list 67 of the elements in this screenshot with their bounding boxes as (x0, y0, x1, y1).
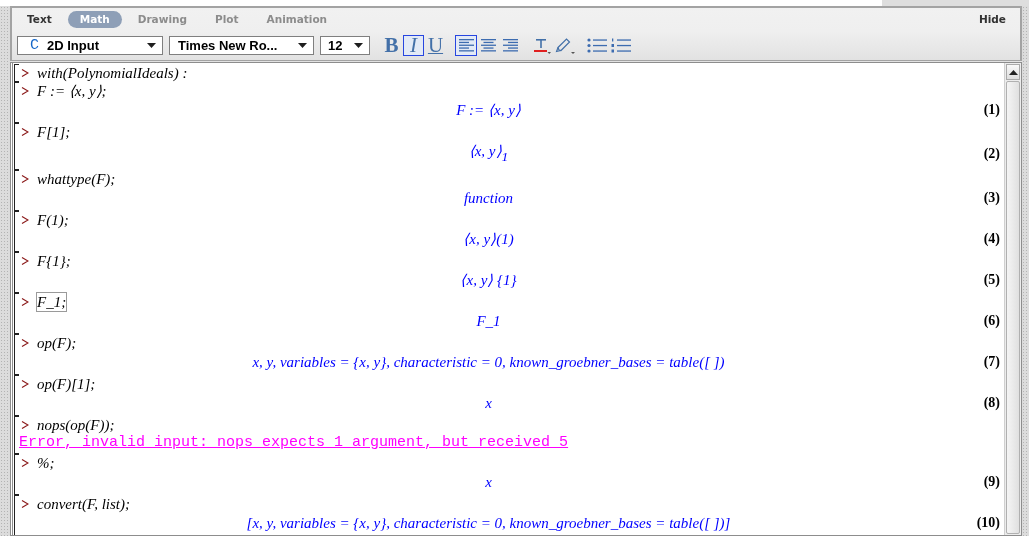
prompt-icon (21, 419, 29, 430)
prompt-icon (21, 296, 29, 307)
math-input[interactable]: nops(op(F)); (37, 415, 115, 434)
input-mode-dropdown[interactable]: C 2D Input (17, 36, 163, 55)
text-color-icon[interactable] (533, 37, 551, 54)
prompt-icon (21, 127, 29, 137)
math-input[interactable]: F{1}; (37, 251, 71, 270)
equation-label: (2) (983, 145, 1000, 161)
math-output: x, y, variables = {x, y}, characteristic = 0, known_groebner_bases = table([ ]) (252, 353, 725, 370)
italic-button[interactable]: I (403, 35, 424, 56)
prompt-icon (21, 214, 29, 225)
prompt-icon (21, 457, 29, 468)
scrollbar-thumb[interactable] (1006, 81, 1020, 534)
math-input[interactable]: whattype(F); (37, 169, 116, 188)
equation-label: (1) (983, 102, 1000, 117)
scrollbar[interactable] (1004, 63, 1021, 535)
prompt-icon (21, 337, 29, 348)
math-input[interactable]: F[1]; (37, 123, 71, 141)
equation-label: (3) (983, 189, 1000, 205)
input-mode-icon: C (30, 37, 39, 54)
equation-label: (7) (983, 353, 1000, 369)
equation-label: (5) (983, 271, 1000, 287)
math-input[interactable]: convert(F, list); (37, 494, 131, 513)
math-output: F := ⟨x, y⟩ (456, 102, 521, 118)
math-input[interactable]: op(F)[1]; (37, 374, 96, 393)
bold-button[interactable]: B (381, 35, 402, 56)
error-message: Error, invalid input: nops expects 1 argument, but received 5 (19, 433, 569, 451)
hide-button[interactable]: Hide (978, 13, 1006, 26)
equation-label: (8) (983, 394, 1000, 410)
scroll-up-button[interactable] (1006, 64, 1020, 80)
math-output: ⟨x, y⟩ {1} (460, 271, 517, 288)
caret-icon (354, 43, 363, 48)
numbered-list-icon[interactable] (611, 38, 631, 53)
math-input[interactable]: F(1); (37, 210, 69, 229)
align-right-icon (502, 39, 518, 52)
align-center-icon (480, 39, 496, 52)
prompt-icon (21, 255, 29, 266)
up-triangle-icon (1008, 69, 1018, 75)
align-left-button[interactable] (455, 35, 477, 56)
math-input[interactable]: F_1; (37, 292, 67, 311)
math-output: ⟨x, y⟩(1) (463, 230, 514, 247)
bullet-list-icon[interactable] (587, 38, 607, 53)
prompt-icon (21, 378, 29, 389)
equation-label: (9) (983, 473, 1000, 489)
highlighter-icon[interactable] (555, 37, 575, 54)
prompt-icon (21, 498, 29, 509)
math-output: F_1 (476, 312, 501, 329)
math-output: function (463, 189, 514, 206)
equation-label: (10) (976, 514, 1000, 530)
font-dropdown[interactable]: Times New Ro... (169, 36, 314, 55)
caret-icon (298, 43, 307, 48)
math-output: ⟨x, y⟩$_{1}$ (468, 143, 509, 159)
math-input[interactable]: F := ⟨x, y⟩; (37, 82, 107, 100)
font-size-dropdown[interactable]: 12 (320, 36, 370, 55)
equation-label: (4) (983, 230, 1000, 246)
caret-icon (147, 43, 156, 48)
math-input[interactable]: op(F); (37, 333, 77, 352)
underline-button[interactable]: U (425, 35, 446, 56)
math-input[interactable]: with(PolynomialIdeals) : (37, 64, 188, 82)
align-left-icon (458, 39, 474, 52)
tab[interactable]: Text (15, 11, 64, 28)
math-input[interactable]: %; (37, 453, 55, 472)
equation-label: (6) (983, 312, 1000, 328)
math-output: x (485, 473, 492, 490)
math-output: x (485, 394, 492, 411)
math-output: [x, y, variables = {x, y}, characteristic = 0, known_groebner_bases = table([ ])] (246, 514, 731, 531)
prompt-icon (21, 173, 29, 184)
